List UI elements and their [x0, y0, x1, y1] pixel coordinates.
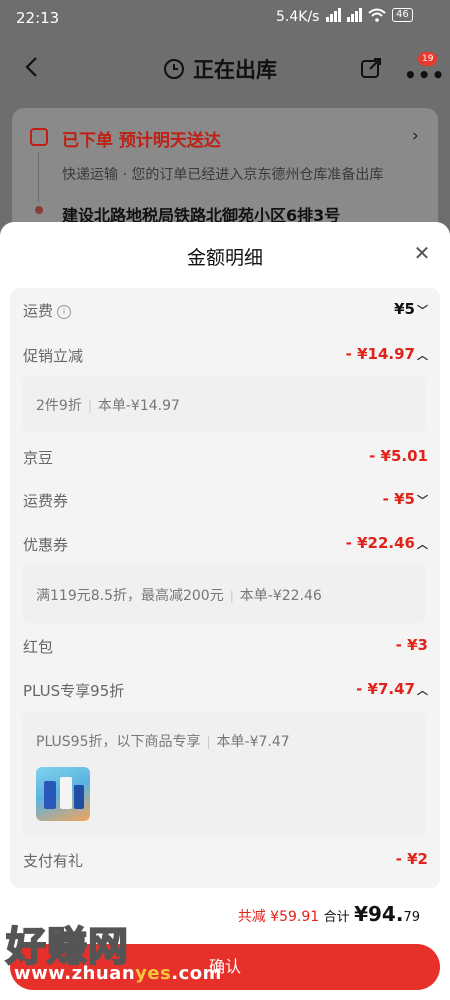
close-icon[interactable]: ✕: [411, 242, 433, 264]
row-plus[interactable]: PLUS专享95折 - ¥7.47 ︿: [10, 676, 440, 706]
chevron-up-icon: ︿: [417, 349, 428, 362]
detail-list: 运费 i ¥5 ﹀ 促销立减 - ¥14.97 ︿ 2件9折 | 本单-¥14.97 京豆…: [10, 288, 440, 888]
row-label: 促销立减: [23, 347, 84, 365]
row-promo[interactable]: 促销立减 - ¥14.97 ︿: [10, 341, 440, 371]
signal-icon: [326, 8, 341, 22]
order-icon: [30, 128, 48, 146]
saved-label: 共减: [237, 909, 266, 925]
coupon-rule: 满119元8.5折，最高减200元: [36, 588, 224, 604]
chevron-down-icon: ﹀: [417, 494, 428, 507]
page-title: 正在出库: [193, 58, 277, 82]
nav-bar: 正在出库 ••• 19: [0, 36, 450, 100]
address-dot: [35, 206, 43, 214]
row-value: - ¥22.46: [345, 534, 415, 552]
timeline-line: [38, 152, 39, 202]
promo-detail: 2件9折 | 本单-¥14.97: [22, 375, 426, 433]
coupon-this-order: 本单-¥22.46: [239, 588, 322, 604]
wifi-icon: [368, 8, 386, 22]
status-time: 22:13: [16, 9, 60, 27]
row-value: - ¥7.47: [356, 680, 415, 698]
battery-icon: 46: [392, 8, 413, 22]
plus-detail: PLUS95折，以下商品专享 | 本单-¥7.47: [22, 711, 426, 837]
row-value: - ¥5: [382, 490, 415, 508]
promo-rule: 2件9折: [36, 398, 82, 414]
watermark-url: www.zhuanyes.com: [14, 963, 222, 984]
back-icon[interactable]: [20, 54, 46, 80]
total-dec: 79: [403, 910, 420, 925]
row-value: - ¥5.01: [369, 447, 428, 465]
row-value: ¥5: [394, 300, 415, 318]
row-hongbao: 红包 - ¥3: [10, 632, 440, 662]
product-thumbnail[interactable]: [36, 767, 90, 821]
row-label: PLUS专享95折: [23, 682, 125, 700]
chevron-up-icon: ︿: [417, 538, 428, 551]
sheet-header: 金额明细 ✕: [0, 222, 450, 288]
chevron-down-icon: ﹀: [417, 304, 428, 317]
row-label: 京豆: [23, 449, 54, 467]
network-speed: 5.4K/s: [276, 9, 320, 25]
order-description: 快递运输 · 您的订单已经进入京东德州仓库准备出库: [62, 167, 384, 183]
more-icon[interactable]: •••: [404, 63, 445, 87]
row-freight[interactable]: 运费 i ¥5 ﹀: [10, 296, 440, 326]
clock-icon: [164, 59, 184, 79]
saved-value: ¥59.91: [270, 909, 320, 925]
plus-this-order: 本单-¥7.47: [216, 734, 290, 750]
row-label: 运费: [23, 302, 54, 320]
row-value: - ¥2: [395, 850, 428, 868]
amount-detail-sheet: 金额明细 ✕ 运费 i ¥5 ﹀ 促销立减 - ¥14.97 ︿ 2件9折 | 本单-¥1…: [0, 222, 450, 1000]
wm-url-post: .com: [171, 963, 222, 984]
chevron-right-icon: ›: [412, 126, 419, 146]
wm-url-mid: yes: [135, 963, 172, 984]
share-icon[interactable]: [360, 57, 382, 79]
total-label: 合计: [323, 910, 350, 925]
row-gift: 支付有礼 - ¥2: [10, 846, 440, 876]
row-jingdou: 京豆 - ¥5.01: [10, 443, 440, 473]
page-title-wrap: 正在出库: [163, 54, 277, 84]
total-int: ¥94.: [354, 902, 404, 926]
row-label: 运费券: [23, 492, 69, 510]
signal-icon-2: [347, 8, 362, 22]
row-coupon[interactable]: 优惠券 - ¥22.46 ︿: [10, 530, 440, 560]
status-bar: 22:13 5.4K/s 46: [0, 0, 450, 36]
coupon-detail: 满119元8.5折，最高减200元 | 本单-¥22.46: [22, 565, 426, 623]
row-freight-coupon[interactable]: 运费券 - ¥5 ﹀: [10, 486, 440, 516]
order-status: 已下单 预计明天送达: [62, 131, 221, 151]
promo-this-order: 本单-¥14.97: [97, 398, 180, 414]
sheet-title: 金额明细: [186, 247, 263, 269]
wm-url-pre: www.zhuan: [14, 963, 136, 984]
chevron-up-icon: ︿: [417, 684, 428, 697]
status-icons: 46: [326, 8, 413, 22]
row-label: 优惠券: [23, 536, 69, 554]
row-label: 红包: [23, 638, 54, 656]
message-badge: 19: [418, 52, 438, 66]
row-label: 支付有礼: [23, 852, 84, 870]
info-icon[interactable]: i: [57, 304, 72, 319]
row-value: - ¥14.97: [345, 345, 415, 363]
plus-rule: PLUS95折，以下商品专享: [36, 734, 201, 750]
row-value: - ¥3: [395, 636, 428, 654]
